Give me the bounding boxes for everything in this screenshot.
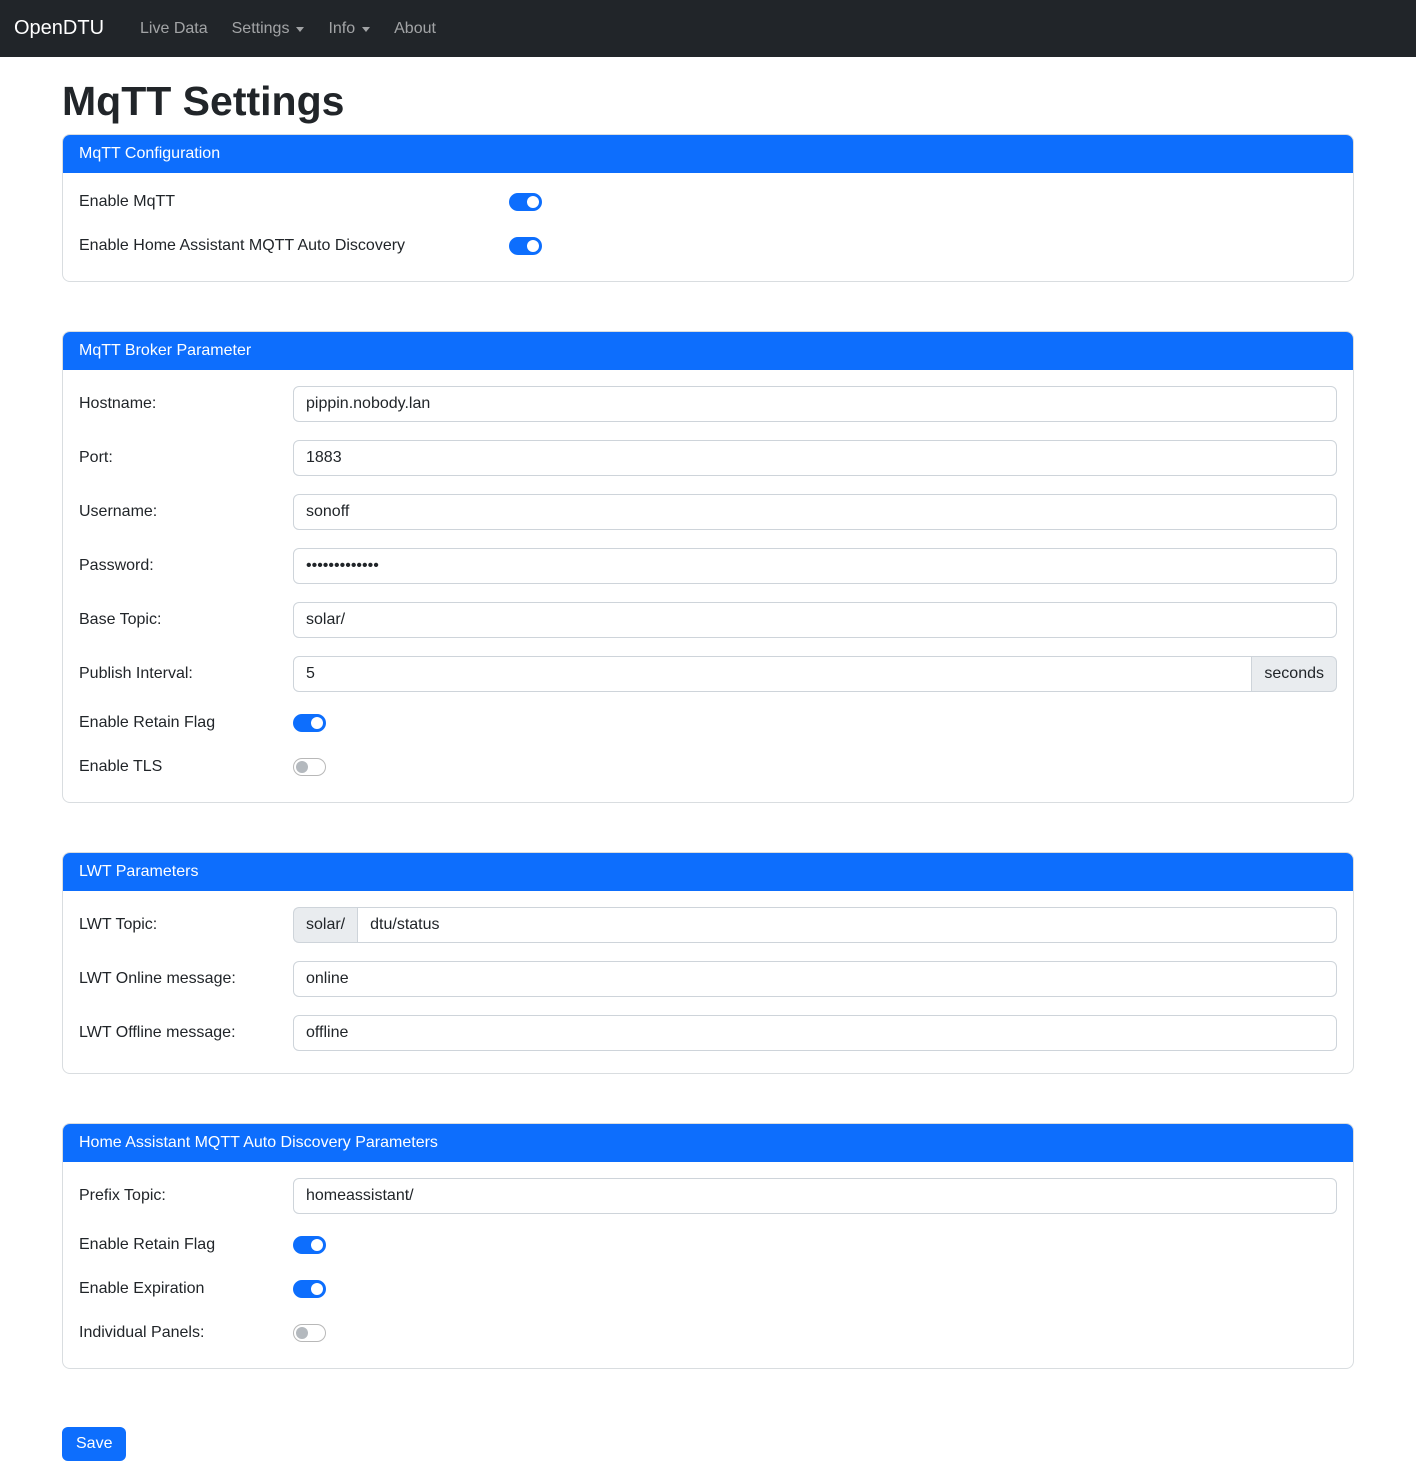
row-enable-mqtt: Enable MqTT [79,189,1337,215]
row-password: Password: [79,548,1337,584]
row-lwt-offline-message: LWT Offline message: [79,1015,1337,1051]
nav-item-info-label: Info [328,20,355,38]
lwt-topic-label: LWT Topic: [79,916,293,934]
brand-opendtu[interactable]: OpenDTU [14,17,104,40]
card-mqtt-broker-parameter: MqTT Broker Parameter Hostname: Port: Us… [62,331,1354,803]
row-lwt-topic: LWT Topic: solar/ [79,907,1337,943]
enable-mqtt-toggle[interactable] [509,193,542,211]
nav-item-settings-label: Settings [232,20,290,38]
lwt-offline-message-control [293,1015,1337,1051]
enable-retain-flag-control [293,714,1337,732]
lwt-online-message-label: LWT Online message: [79,970,293,988]
publish-interval-group: seconds [293,656,1337,692]
nav-menu: Live Data Settings Info About [128,12,448,46]
nav-item-settings[interactable]: Settings [223,12,314,46]
ha-enable-retain-flag-control [293,1236,1337,1254]
card-header-lwt-parameters: LWT Parameters [63,853,1353,891]
port-label: Port: [79,449,293,467]
nav-item-info[interactable]: Info [319,12,379,46]
prefix-topic-control [293,1178,1337,1214]
row-enable-ha-auto-discovery: Enable Home Assistant MQTT Auto Discover… [79,233,1337,259]
row-lwt-online-message: LWT Online message: [79,961,1337,997]
prefix-topic-label: Prefix Topic: [79,1187,293,1205]
base-topic-control [293,602,1337,638]
ha-enable-retain-flag-label: Enable Retain Flag [79,1236,293,1254]
password-label: Password: [79,557,293,575]
base-topic-label: Base Topic: [79,611,293,629]
card-mqtt-configuration: MqTT Configuration Enable MqTT Enable Ho… [62,134,1354,282]
row-publish-interval: Publish Interval: seconds [79,656,1337,692]
port-input[interactable] [293,440,1337,476]
enable-mqtt-control [509,193,1337,211]
lwt-online-message-control [293,961,1337,997]
lwt-topic-group: solar/ [293,907,1337,943]
page-title: MqTT Settings [62,78,1354,125]
publish-interval-input[interactable] [293,656,1252,692]
card-body-mqtt-configuration: Enable MqTT Enable Home Assistant MQTT A… [63,173,1353,281]
nav-item-about[interactable]: About [385,12,445,46]
password-input[interactable] [293,548,1337,584]
card-header-mqtt-configuration: MqTT Configuration [63,135,1353,173]
individual-panels-toggle[interactable] [293,1324,326,1342]
row-base-topic: Base Topic: [79,602,1337,638]
row-enable-expiration: Enable Expiration [79,1276,1337,1302]
row-individual-panels: Individual Panels: [79,1320,1337,1346]
save-button[interactable]: Save [62,1427,126,1461]
enable-mqtt-label: Enable MqTT [79,193,509,211]
username-label: Username: [79,503,293,521]
card-header-ha-auto-discovery-parameters: Home Assistant MQTT Auto Discovery Param… [63,1124,1353,1162]
card-ha-auto-discovery-parameters: Home Assistant MQTT Auto Discovery Param… [62,1123,1354,1369]
navbar: OpenDTU Live Data Settings Info About [0,0,1416,57]
publish-interval-label: Publish Interval: [79,665,293,683]
hostname-input[interactable] [293,386,1337,422]
base-topic-input[interactable] [293,602,1337,638]
enable-expiration-label: Enable Expiration [79,1280,293,1298]
nav-item-live-data[interactable]: Live Data [131,12,217,46]
enable-expiration-toggle[interactable] [293,1280,326,1298]
row-hostname: Hostname: [79,386,1337,422]
lwt-online-message-input[interactable] [293,961,1337,997]
row-username: Username: [79,494,1337,530]
enable-retain-flag-toggle[interactable] [293,714,326,732]
enable-retain-flag-label: Enable Retain Flag [79,714,293,732]
card-body-lwt-parameters: LWT Topic: solar/ LWT Online message: LW… [63,891,1353,1073]
publish-interval-unit: seconds [1252,656,1337,692]
prefix-topic-input[interactable] [293,1178,1337,1214]
lwt-offline-message-input[interactable] [293,1015,1337,1051]
password-control [293,548,1337,584]
chevron-down-icon [362,27,370,32]
row-enable-tls: Enable TLS [79,754,1337,780]
username-control [293,494,1337,530]
hostname-control [293,386,1337,422]
ha-enable-retain-flag-toggle[interactable] [293,1236,326,1254]
lwt-topic-prefix: solar/ [293,907,357,943]
enable-ha-auto-discovery-label: Enable Home Assistant MQTT Auto Discover… [79,237,509,255]
hostname-label: Hostname: [79,395,293,413]
lwt-topic-input[interactable] [357,907,1337,943]
card-header-mqtt-broker-parameter: MqTT Broker Parameter [63,332,1353,370]
enable-tls-control [293,758,1337,776]
enable-tls-label: Enable TLS [79,758,293,776]
main-content: MqTT Settings MqTT Configuration Enable … [62,78,1354,1461]
username-input[interactable] [293,494,1337,530]
card-body-ha-auto-discovery-parameters: Prefix Topic: Enable Retain Flag Enable … [63,1162,1353,1368]
chevron-down-icon [296,27,304,32]
enable-ha-auto-discovery-control [509,237,1337,255]
individual-panels-control [293,1324,1337,1342]
row-prefix-topic: Prefix Topic: [79,1178,1337,1214]
row-enable-retain-flag: Enable Retain Flag [79,710,1337,736]
port-control [293,440,1337,476]
lwt-offline-message-label: LWT Offline message: [79,1024,293,1042]
row-port: Port: [79,440,1337,476]
enable-tls-toggle[interactable] [293,758,326,776]
enable-expiration-control [293,1280,1337,1298]
card-lwt-parameters: LWT Parameters LWT Topic: solar/ LWT Onl… [62,852,1354,1074]
row-ha-enable-retain-flag: Enable Retain Flag [79,1232,1337,1258]
enable-ha-auto-discovery-toggle[interactable] [509,237,542,255]
individual-panels-label: Individual Panels: [79,1324,293,1342]
card-body-mqtt-broker-parameter: Hostname: Port: Username: Password: [63,370,1353,802]
